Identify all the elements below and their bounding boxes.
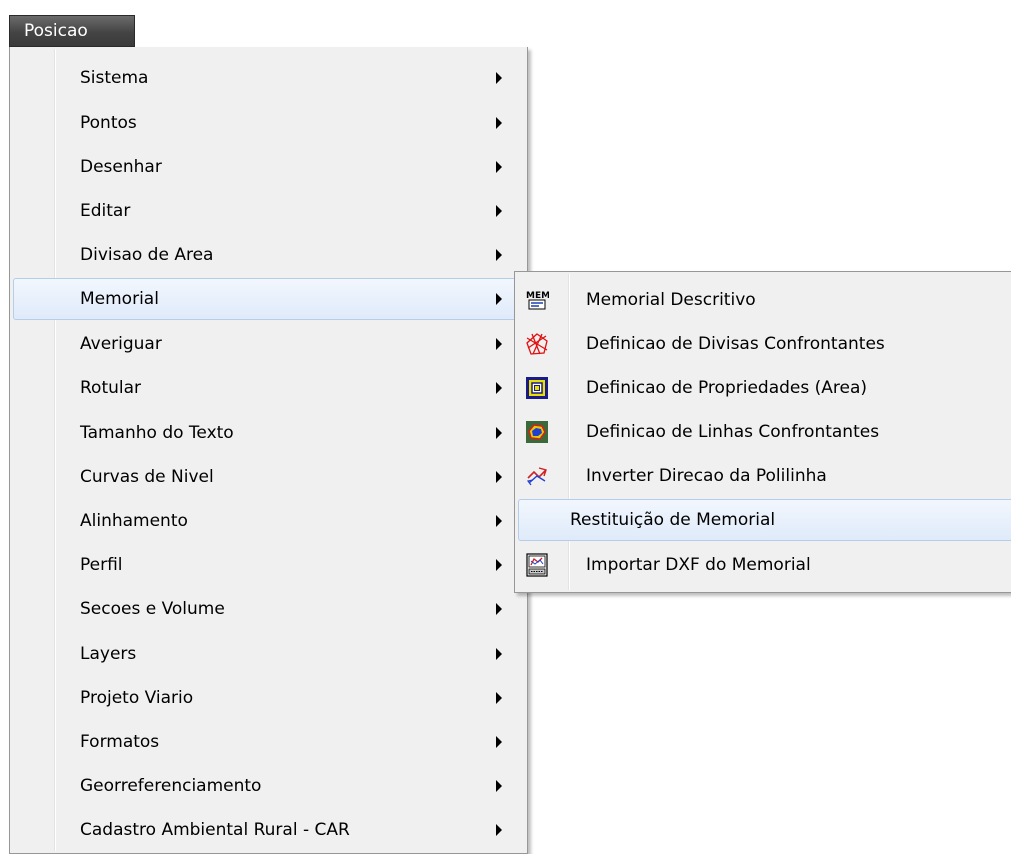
- menu-item-cadastro-ambiental-rural[interactable]: Cadastro Ambiental Rural - CAR: [13, 809, 524, 851]
- menu-item-label: Averiguar: [80, 334, 162, 354]
- menu-item-memorial[interactable]: Memorial: [13, 278, 524, 320]
- submenu-item-definicao-divisas[interactable]: Definicao de Divisas Confrontantes: [518, 323, 1011, 365]
- application-window: Posicao Sistema Pontos Desenhar Editar D…: [0, 0, 1011, 854]
- submenu-arrow-icon: [496, 471, 502, 483]
- menu-item-curvas-de-nivel[interactable]: Curvas de Nivel: [13, 456, 524, 498]
- submenu-arrow-icon: [496, 736, 502, 748]
- submenu-arrow-icon: [496, 648, 502, 660]
- menu-item-label: Alinhamento: [80, 511, 188, 531]
- menu-item-formatos[interactable]: Formatos: [13, 721, 524, 763]
- menu-item-label: Georreferenciamento: [80, 776, 262, 796]
- menu-item-label: Cadastro Ambiental Rural - CAR: [80, 820, 350, 840]
- submenu-item-label: Inverter Direcao da Polilinha: [586, 466, 827, 486]
- import-dxf-icon: [525, 553, 549, 577]
- menu-item-label: Editar: [80, 201, 131, 221]
- submenu-arrow-icon: [496, 427, 502, 439]
- menu-item-label: Formatos: [80, 732, 160, 752]
- menu-item-label: Curvas de Nivel: [80, 467, 214, 487]
- menu-item-projeto-viario[interactable]: Projeto Viario: [13, 677, 524, 719]
- menu-item-label: Memorial: [80, 289, 159, 309]
- menu-item-label: Tamanho do Texto: [80, 423, 234, 443]
- menu-item-label: Sistema: [80, 68, 149, 88]
- menu-item-label: Divisao de Area: [80, 245, 214, 265]
- submenu-item-label: Importar DXF do Memorial: [586, 555, 811, 575]
- submenu-arrow-icon: [496, 515, 502, 527]
- menu-item-layers[interactable]: Layers: [13, 633, 524, 675]
- menu-item-label: Projeto Viario: [80, 688, 194, 708]
- submenu-arrow-icon: [496, 161, 502, 173]
- submenu-item-memorial-descritivo[interactable]: MEM Memorial Descritivo: [518, 279, 1011, 321]
- menu-item-label: Perfil: [80, 555, 123, 575]
- menu-item-desenhar[interactable]: Desenhar: [13, 146, 524, 188]
- submenu-item-definicao-linhas[interactable]: Definicao de Linhas Confrontantes: [518, 411, 1011, 453]
- submenu-arrow-icon: [496, 205, 502, 217]
- submenu-item-restituicao-memorial[interactable]: Restituição de Memorial: [518, 499, 1011, 541]
- submenu-item-label: Definicao de Divisas Confrontantes: [586, 334, 885, 354]
- menu-item-label: Secoes e Volume: [80, 599, 225, 619]
- mem-icon: MEM: [525, 288, 549, 312]
- menu-item-rotular[interactable]: Rotular: [13, 367, 524, 409]
- submenu-arrow-icon: [496, 382, 502, 394]
- menu-item-georreferenciamento[interactable]: Georreferenciamento: [13, 765, 524, 807]
- menu-item-averiguar[interactable]: Averiguar: [13, 323, 524, 365]
- submenu-arrow-icon: [496, 780, 502, 792]
- memorial-submenu: MEM Memorial Descritivo Definicao de Div…: [514, 271, 1011, 593]
- invert-polyline-icon: [525, 464, 549, 488]
- submenu-item-label: Memorial Descritivo: [586, 290, 756, 310]
- submenu-arrow-icon: [496, 559, 502, 571]
- submenu-arrow-icon: [496, 293, 502, 305]
- submenu-item-importar-dxf[interactable]: Importar DXF do Memorial: [518, 544, 1011, 586]
- submenu-arrow-icon: [496, 249, 502, 261]
- menu-item-perfil[interactable]: Perfil: [13, 544, 524, 586]
- submenu-arrow-icon: [496, 117, 502, 129]
- menu-item-alinhamento[interactable]: Alinhamento: [13, 500, 524, 542]
- red-mesh-icon: [525, 332, 549, 356]
- submenu-arrow-icon: [496, 338, 502, 350]
- menu-item-label: Desenhar: [80, 157, 162, 177]
- property-area-icon: [525, 376, 549, 400]
- submenu-item-label: Definicao de Propriedades (Area): [586, 378, 868, 398]
- confrontantes-lines-icon: [525, 420, 549, 444]
- posicao-dropdown-menu: Sistema Pontos Desenhar Editar Divisao d…: [9, 47, 528, 854]
- submenu-arrow-icon: [496, 824, 502, 836]
- menu-item-label: Layers: [80, 644, 137, 664]
- menu-item-sistema[interactable]: Sistema: [13, 57, 524, 99]
- menu-item-editar[interactable]: Editar: [13, 190, 524, 232]
- submenu-arrow-icon: [496, 72, 502, 84]
- menu-item-secoes-e-volume[interactable]: Secoes e Volume: [13, 588, 524, 630]
- submenu-item-label: Restituição de Memorial: [570, 510, 776, 530]
- menu-item-label: Pontos: [80, 113, 137, 133]
- menu-item-tamanho-do-texto[interactable]: Tamanho do Texto: [13, 412, 524, 454]
- submenu-item-label: Definicao de Linhas Confrontantes: [586, 422, 880, 442]
- menu-item-divisao-de-area[interactable]: Divisao de Area: [13, 234, 524, 276]
- menu-item-pontos[interactable]: Pontos: [13, 102, 524, 144]
- menu-item-label: Rotular: [80, 378, 142, 398]
- menu-posicao[interactable]: Posicao: [9, 15, 135, 47]
- submenu-arrow-icon: [496, 692, 502, 704]
- submenu-item-inverter-direcao[interactable]: Inverter Direcao da Polilinha: [518, 455, 1011, 497]
- submenu-item-definicao-propriedades[interactable]: Definicao de Propriedades (Area): [518, 367, 1011, 409]
- submenu-arrow-icon: [496, 603, 502, 615]
